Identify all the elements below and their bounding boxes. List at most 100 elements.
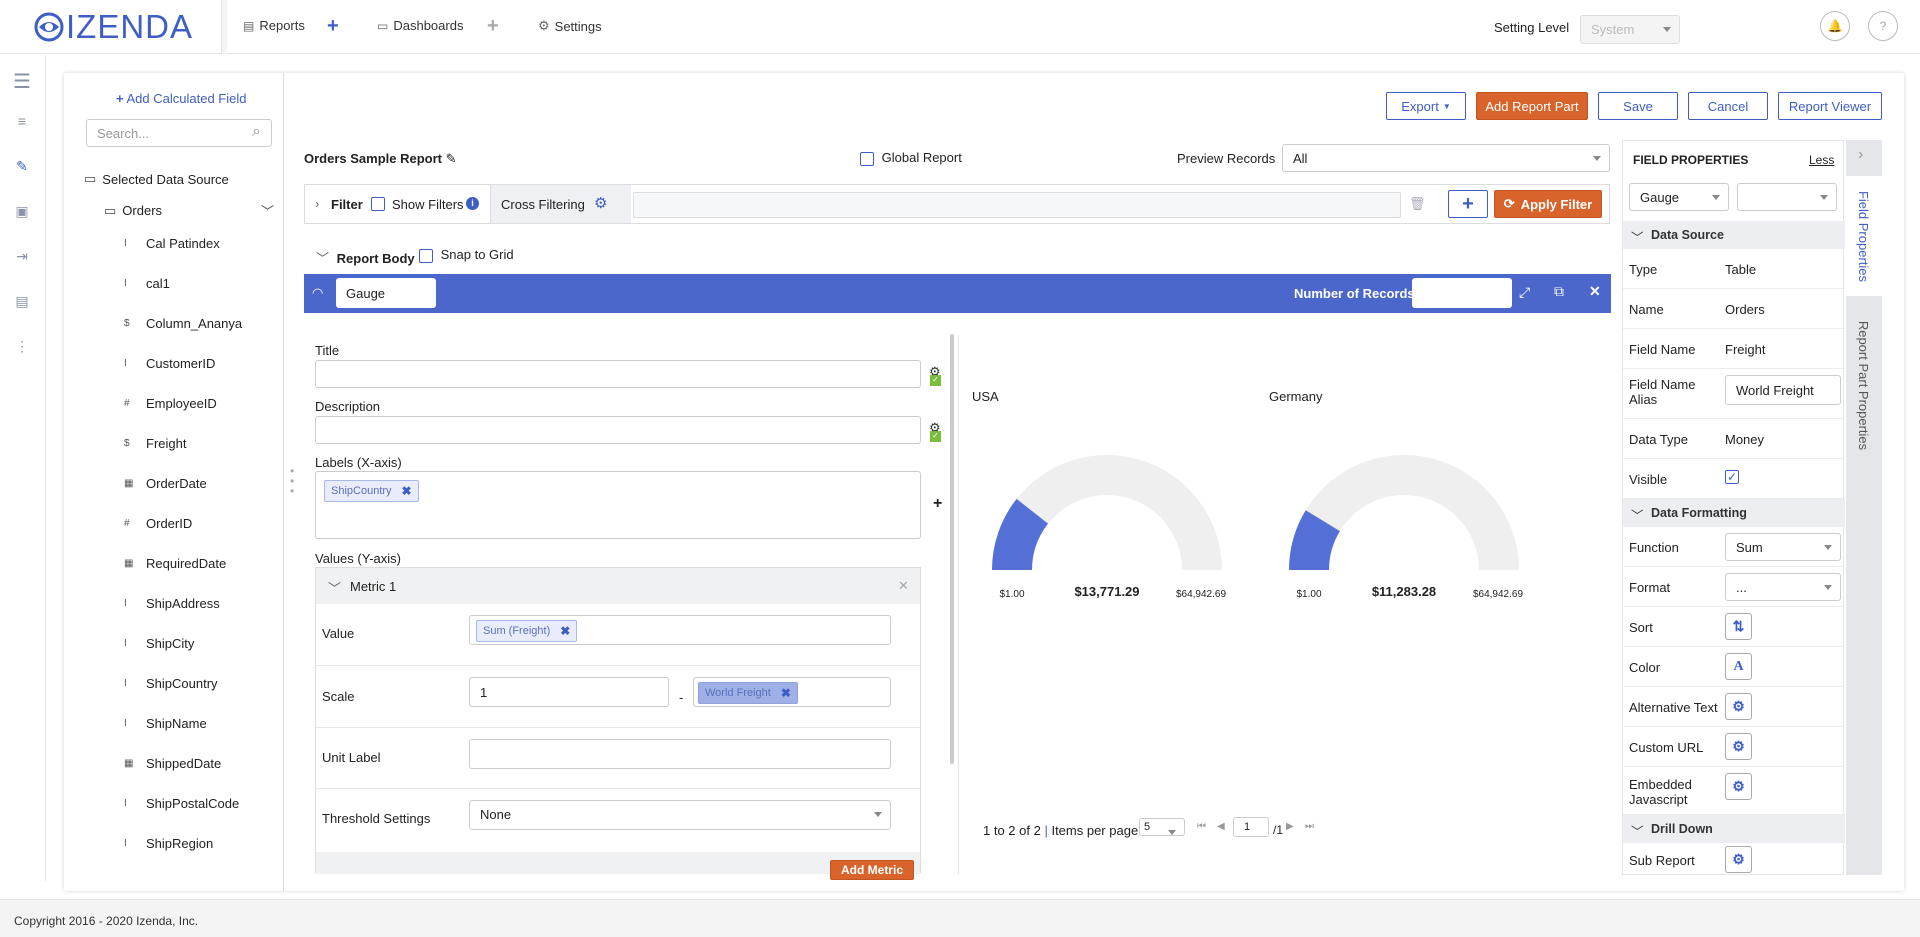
world-freight-tag[interactable]: World Freight ✖ [698, 682, 798, 704]
alt-text-gear-icon[interactable]: ⚙ [1725, 693, 1752, 720]
nav-reports[interactable]: ▤ Reports [243, 18, 305, 33]
drill-down-section[interactable]: ﹀ Drill Down [1623, 815, 1845, 843]
editor-scrollbar[interactable] [950, 334, 954, 764]
save-button[interactable]: Save [1598, 92, 1678, 120]
field-item[interactable]: I Cal Patindex [124, 236, 220, 251]
nav-dashboards[interactable]: ▭ Dashboards [377, 18, 463, 33]
visible-checkbox[interactable]: ✓ [1725, 470, 1739, 484]
preview-records-select[interactable]: All [1282, 144, 1610, 172]
data-grid-icon[interactable]: ▤ [12, 293, 32, 311]
value-drop-zone[interactable]: Sum (Freight) ✖ [469, 615, 891, 645]
add-filter-plus-icon[interactable]: + [1448, 190, 1488, 218]
report-viewer-button[interactable]: Report Viewer [1778, 92, 1882, 120]
filter-drop-zone[interactable] [633, 192, 1401, 218]
next-page-icon[interactable]: ▶ [1286, 821, 1294, 832]
field-item[interactable]: $ Column_Ananya [124, 316, 242, 331]
izenda-logo[interactable]: IZENDA [34, 8, 193, 45]
remove-tag-icon[interactable]: ✖ [560, 624, 570, 638]
snap-to-grid-checkbox[interactable] [419, 248, 433, 263]
function-select[interactable]: Sum [1725, 533, 1841, 561]
sort-icon[interactable]: ⇅ [1725, 613, 1752, 640]
add-report-part-button[interactable]: Add Report Part [1476, 92, 1588, 120]
remove-tag-icon[interactable]: ✖ [402, 484, 412, 498]
pencil-edit-icon[interactable]: ✎ [446, 151, 457, 166]
expand-icon[interactable]: ⤢ [1519, 284, 1530, 301]
sub-report-gear-icon[interactable]: ⚙ [1725, 846, 1752, 873]
report-body-toggle[interactable]: ﹀ Report Body [316, 248, 415, 267]
tab-field-properties[interactable]: Field Properties [1846, 176, 1882, 296]
export-icon[interactable]: ⇥ [12, 248, 32, 266]
number-of-records-input[interactable] [1412, 278, 1512, 308]
format-select[interactable]: ... [1725, 573, 1841, 601]
export-button[interactable]: Export ▼ [1386, 92, 1466, 120]
data-source-section[interactable]: ﹀ Data Source [1623, 221, 1845, 249]
global-report-toggle[interactable]: Global Report [860, 150, 962, 166]
field-item[interactable]: I CustomerID [124, 356, 215, 371]
add-label-plus-icon[interactable]: + [933, 495, 942, 513]
field-item[interactable]: ▦ RequiredDate [124, 556, 226, 571]
filter-list-icon[interactable]: ⋮ [12, 338, 32, 356]
field-item[interactable]: I ShipPostalCode [124, 796, 239, 811]
field-item[interactable]: # OrderID [124, 516, 192, 531]
info-icon[interactable]: i [466, 197, 479, 210]
selected-data-source-node[interactable]: ▭ Selected Data Source [84, 171, 229, 187]
embedded-js-gear-icon[interactable]: ⚙ [1725, 773, 1752, 800]
global-report-checkbox[interactable] [860, 151, 874, 166]
first-page-icon[interactable]: ⏮ [1197, 821, 1206, 832]
threshold-settings-select[interactable]: None [469, 800, 891, 830]
tab-report-part-properties[interactable]: Report Part Properties [1846, 300, 1882, 470]
field-item[interactable]: I ShipRegion [124, 836, 213, 851]
snap-to-grid-toggle[interactable]: Snap to Grid [419, 247, 514, 263]
title-input[interactable] [315, 360, 921, 388]
search-icon[interactable]: ⌕ [252, 123, 261, 141]
field-item[interactable]: ▦ OrderDate [124, 476, 207, 491]
text-color-icon[interactable]: A [1725, 653, 1752, 680]
report-part-type-input[interactable]: Gauge [336, 278, 436, 308]
help-icon[interactable]: ? [1868, 11, 1898, 41]
setting-level-select[interactable]: System [1580, 15, 1680, 44]
drag-handle-icon[interactable]: • • • [290, 465, 294, 497]
custom-url-gear-icon[interactable]: ⚙ [1725, 733, 1752, 760]
scale-min-input[interactable]: 1 [469, 677, 669, 707]
field-item[interactable]: $ Freight [124, 436, 186, 451]
field-item[interactable]: # EmployeeID [124, 396, 217, 411]
cancel-button[interactable]: Cancel [1688, 92, 1768, 120]
show-filters-checkbox[interactable] [371, 197, 385, 211]
field-item[interactable]: ▦ ShippedDate [124, 756, 221, 771]
field-item[interactable]: I ShipName [124, 716, 207, 731]
orders-table-node[interactable]: ▭ Orders ﹀ [104, 201, 274, 220]
apply-filter-button[interactable]: ⟳ Apply Filter [1494, 190, 1602, 218]
list-view-icon[interactable]: ≡ [12, 113, 32, 131]
add-dashboard-plus-icon[interactable]: + [487, 15, 499, 38]
data-formatting-section[interactable]: ﹀ Data Formatting [1623, 499, 1845, 527]
shipcountry-tag[interactable]: ShipCountry ✖ [324, 480, 419, 502]
add-report-plus-icon[interactable]: + [327, 15, 339, 38]
add-metric-button[interactable]: Add Metric [830, 860, 914, 880]
page-number-input[interactable]: 1 [1233, 817, 1269, 837]
prev-page-icon[interactable]: ◀ [1217, 821, 1225, 832]
metric-header[interactable]: ﹀ Metric 1 ✕ [316, 568, 920, 604]
edit-report-icon[interactable]: ✎ [12, 158, 32, 176]
labels-drop-zone[interactable]: ShipCountry ✖ [315, 471, 921, 539]
nav-settings[interactable]: ⚙ Settings [538, 18, 602, 34]
field-item[interactable]: I ShipCountry [124, 676, 218, 691]
chart-subtype-select[interactable] [1737, 183, 1837, 211]
less-link[interactable]: Less [1809, 153, 1834, 167]
close-part-icon[interactable]: ✕ [1589, 283, 1601, 300]
field-name-alias-input[interactable]: World Freight [1725, 375, 1841, 405]
notifications-bell-icon[interactable]: 🔔 [1820, 11, 1850, 41]
items-per-page-select[interactable]: 5 [1139, 818, 1185, 836]
field-item[interactable]: Ical1 [124, 276, 170, 291]
copy-part-icon[interactable]: ⧉ [1554, 283, 1564, 300]
description-input[interactable] [315, 416, 921, 444]
filter-label[interactable]: Filter [331, 197, 363, 212]
cross-filtering-area[interactable]: Cross Filtering ⚙ [491, 185, 631, 223]
field-search-input[interactable]: Search... [86, 119, 272, 147]
report-settings-icon[interactable]: ▣ [12, 203, 32, 221]
chevron-right-icon[interactable]: › [315, 196, 319, 211]
last-page-icon[interactable]: ⏭ [1305, 821, 1314, 832]
hamburger-menu-icon[interactable]: ☰ [12, 69, 32, 93]
remove-metric-icon[interactable]: ✕ [898, 578, 909, 594]
cross-filter-gear-icon[interactable]: ⚙ [594, 194, 607, 212]
scale-max-drop-zone[interactable]: World Freight ✖ [693, 677, 891, 707]
